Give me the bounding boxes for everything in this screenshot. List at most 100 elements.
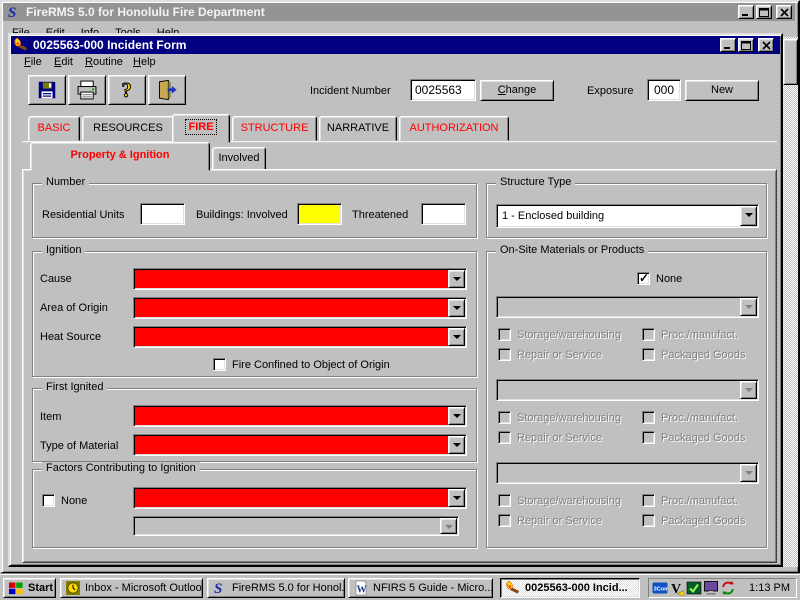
tab-narrative-label: NARRATIVE [327,122,389,134]
heat-source-combobox[interactable] [133,326,467,348]
taskbar-button-firerms[interactable]: S FireRMS 5.0 for Honol... [207,578,345,598]
dialog-close-button[interactable] [758,38,774,52]
type-of-material-label: Type of Material [40,440,118,453]
dropdown-arrow-icon[interactable] [448,436,465,454]
display-icon[interactable] [703,580,719,596]
factors-none-checkbox[interactable] [42,494,55,507]
dialog-menu-file[interactable]: File [24,56,42,69]
incident-form-dialog: 0025563-000 Incident Form File Edit Rout… [8,33,783,567]
dropdown-arrow-icon[interactable] [448,328,465,346]
svg-text:W: W [357,585,367,596]
tab-authorization[interactable]: AUTHORIZATION [399,116,509,141]
item-label: Item [40,411,61,424]
item-combobox[interactable] [133,405,467,427]
fire-confined-checkbox[interactable] [213,358,226,371]
new-button[interactable]: New [685,80,759,101]
dropdown-arrow-icon[interactable] [740,206,757,226]
sync-arrows-icon[interactable] [720,580,736,596]
material1-repair-label: Repair or Service [517,349,602,362]
residential-units-label: Residential Units [42,209,125,222]
save-button[interactable] [28,75,66,105]
dialog-menu-edit[interactable]: Edit [54,56,73,69]
material2-packaged-label: Packaged Goods [661,432,745,445]
first-ignited-group-label: First Ignited [42,381,107,394]
dropdown-arrow-icon [440,518,457,534]
windows-flag-icon [8,580,24,596]
subtab-property-ignition[interactable]: Property & Ignition [30,142,210,171]
tab-structure[interactable]: STRUCTURE [232,116,317,141]
dialog-menubar: File Edit Routine Help [11,53,780,71]
factors-combobox-2 [133,516,459,536]
print-button[interactable] [68,75,106,105]
main-vertical-scrollbar[interactable] [783,37,798,567]
buildings-involved-field[interactable] [297,203,342,225]
main-close-button[interactable] [776,5,792,19]
print-icon [76,79,98,101]
taskbar-clock: 1:13 PM [749,582,793,594]
minimize-icon [741,8,751,17]
area-of-origin-combobox[interactable] [133,297,467,319]
taskbar-button-outlook-label: Inbox - Microsoft Outlook [85,582,203,594]
dialog-menu-routine[interactable]: Routine [85,56,123,69]
onsite-none-checkbox[interactable] [637,272,650,285]
subtab-involved-label: Involved [219,152,260,164]
flame-icon [505,580,521,596]
main-minimize-button[interactable] [738,5,754,19]
residential-units-field[interactable] [140,203,185,225]
material2-proc-checkbox [642,411,655,424]
help-icon: ? [116,79,138,101]
structure-type-combobox[interactable]: 1 - Enclosed building [496,204,759,228]
factors-combobox-1[interactable] [133,487,467,509]
scrollbar-thumb[interactable] [783,39,798,85]
dropdown-arrow-icon[interactable] [448,489,465,507]
material3-proc-label: Proc./manufact. [661,495,738,508]
material1-proc-label: Proc./manufact. [661,329,738,342]
dropdown-arrow-icon[interactable] [448,407,465,425]
dropdown-arrow-icon [740,298,757,316]
dropdown-arrow-icon[interactable] [448,299,465,317]
ignition-group-label: Ignition [42,244,85,257]
subtab-property-ignition-label: Property & Ignition [71,149,170,161]
incident-number-field[interactable] [410,79,476,101]
tab-basic[interactable]: BASIC [28,116,80,141]
subtab-involved[interactable]: Involved [212,147,266,170]
taskbar-button-firerms-label: FireRMS 5.0 for Honol... [232,582,345,594]
help-button[interactable]: ? [108,75,146,105]
taskbar-button-nfirs-guide[interactable]: W NFIRS 5 Guide - Micro... [348,578,493,598]
exit-button[interactable] [148,75,186,105]
exposure-field[interactable] [647,79,681,101]
onsite-group-label: On-Site Materials or Products [496,244,648,257]
vshield-icon[interactable]: V [669,580,685,596]
start-label: Start [28,582,53,594]
3com-icon[interactable]: 3Com [652,580,668,596]
taskbar-button-nfirs-guide-label: NFIRS 5 Guide - Micro... [373,582,493,594]
save-icon [36,79,58,101]
heat-source-label: Heat Source [40,331,101,344]
tab-narrative[interactable]: NARRATIVE [319,116,397,141]
cause-combobox[interactable] [133,268,467,290]
minimize-icon [723,41,733,50]
main-maximize-button[interactable] [756,5,772,19]
tab-fire[interactable]: FIRE [172,114,230,143]
dialog-titlebar: 0025563-000 Incident Form [11,36,780,54]
taskbar-button-outlook[interactable]: Inbox - Microsoft Outlook [60,578,203,598]
svg-text:3Com: 3Com [654,587,668,593]
change-button[interactable]: Change [480,80,554,101]
tab-resources[interactable]: RESOURCES [82,116,174,141]
outlook-clock-icon [65,580,81,596]
dialog-minimize-button[interactable] [720,38,736,52]
dialog-maximize-button[interactable] [738,38,754,52]
dropdown-arrow-icon[interactable] [448,270,465,288]
structure-type-group-label: Structure Type [496,176,575,189]
factors-group-label: Factors Contributing to Ignition [42,462,200,475]
taskbar-button-incident-form[interactable]: 0025563-000 Incid... [500,578,640,598]
material3-repair-checkbox [498,514,511,527]
start-button[interactable]: Start [3,578,56,598]
dialog-menu-help[interactable]: Help [133,56,156,69]
material3-packaged-label: Packaged Goods [661,515,745,528]
threatened-field[interactable] [421,203,466,225]
material2-repair-checkbox [498,431,511,444]
type-of-material-combobox[interactable] [133,434,467,456]
system-tray: 3Com V 1:13 PM [648,578,797,598]
antivirus-check-icon[interactable] [686,580,702,596]
